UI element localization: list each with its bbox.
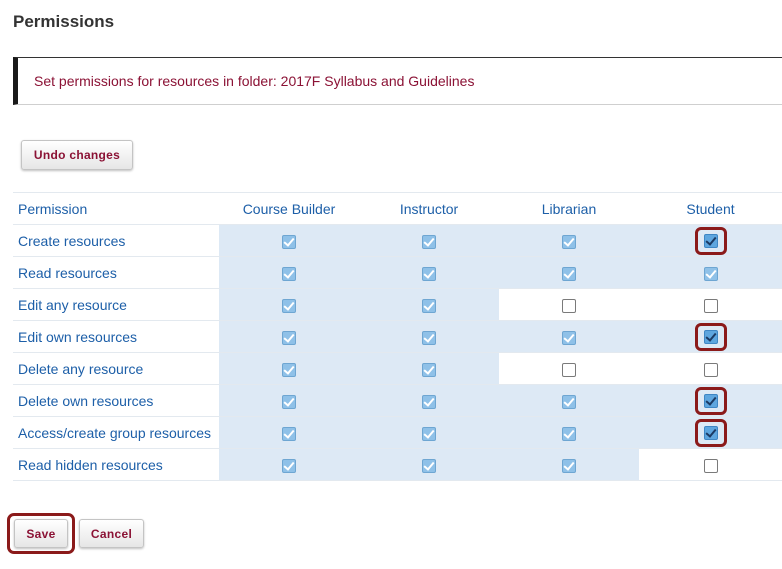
permission-cell-course-builder: [219, 416, 359, 449]
checked-checkbox[interactable]: [282, 266, 296, 281]
checked-checkbox[interactable]: [422, 458, 436, 473]
checked-checkbox[interactable]: [282, 394, 296, 409]
permission-cell-librarian: [499, 384, 639, 417]
checked-checkbox[interactable]: [703, 393, 718, 408]
permission-cell-instructor: [359, 288, 499, 321]
table-row: Access/create group resources: [13, 416, 782, 449]
permission-cell-course-builder: [219, 384, 359, 417]
checked-checkbox[interactable]: [562, 266, 576, 281]
permission-cell-librarian: [499, 416, 639, 449]
permission-cell-course-builder: [219, 352, 359, 385]
checked-checkbox[interactable]: [562, 394, 576, 409]
unchecked-checkbox[interactable]: [703, 298, 718, 313]
permissions-table-body: Create resources Read resources Edit any r…: [13, 224, 782, 481]
permission-label: Read resources: [13, 256, 219, 289]
permission-cell-course-builder: [219, 288, 359, 321]
table-row: Create resources: [13, 224, 782, 257]
permission-cell-course-builder: [219, 448, 359, 481]
checked-checkbox[interactable]: [562, 458, 576, 473]
header-student: Student: [639, 192, 782, 225]
header-librarian: Librarian: [499, 192, 639, 225]
table-row: Read hidden resources: [13, 448, 782, 481]
permission-cell-student: [639, 448, 782, 481]
permission-cell-student: [639, 288, 782, 321]
checked-checkbox[interactable]: [422, 330, 436, 345]
page-title: Permissions: [13, 12, 115, 31]
permission-cell-instructor: [359, 320, 499, 353]
table-row: Delete any resource: [13, 352, 782, 385]
table-row: Read resources: [13, 256, 782, 289]
checked-checkbox[interactable]: [282, 330, 296, 345]
permission-cell-librarian: [499, 448, 639, 481]
checked-checkbox[interactable]: [282, 298, 296, 313]
unchecked-checkbox[interactable]: [562, 362, 576, 377]
unchecked-checkbox[interactable]: [703, 458, 718, 473]
permission-label: Edit any resource: [13, 288, 219, 321]
permission-cell-student: [639, 352, 782, 385]
undo-changes-button[interactable]: Undo changes: [21, 140, 133, 170]
checked-checkbox[interactable]: [422, 426, 436, 441]
checked-checkbox[interactable]: [562, 234, 576, 249]
checkbox-highlight: [694, 418, 727, 447]
permission-cell-instructor: [359, 416, 499, 449]
checkbox-highlight: [694, 386, 727, 415]
permission-cell-instructor: [359, 352, 499, 385]
permission-cell-librarian: [499, 288, 639, 321]
checked-checkbox[interactable]: [703, 266, 718, 281]
permission-label: Read hidden resources: [13, 448, 219, 481]
permission-cell-course-builder: [219, 256, 359, 289]
permission-cell-course-builder: [219, 224, 359, 257]
checked-checkbox[interactable]: [282, 362, 296, 377]
header-instructor: Instructor: [359, 192, 499, 225]
unchecked-checkbox[interactable]: [703, 362, 718, 377]
permission-cell-instructor: [359, 448, 499, 481]
instruction-banner: Set permissions for resources in folder:…: [13, 57, 782, 105]
header-permission: Permission: [13, 192, 219, 225]
permission-label: Delete own resources: [13, 384, 219, 417]
instruction-text: Set permissions for resources in folder:…: [34, 73, 475, 89]
checked-checkbox[interactable]: [703, 425, 718, 440]
permissions-table: Permission Course Builder Instructor Lib…: [13, 192, 782, 481]
checkbox-highlight: [694, 226, 727, 255]
permission-cell-student: [639, 384, 782, 417]
checked-checkbox[interactable]: [422, 298, 436, 313]
checked-checkbox[interactable]: [422, 362, 436, 377]
checked-checkbox[interactable]: [422, 234, 436, 249]
table-header-row: Permission Course Builder Instructor Lib…: [13, 192, 782, 225]
permission-cell-instructor: [359, 384, 499, 417]
permission-cell-librarian: [499, 320, 639, 353]
permission-cell-instructor: [359, 256, 499, 289]
checked-checkbox[interactable]: [282, 458, 296, 473]
checked-checkbox[interactable]: [562, 330, 576, 345]
table-row: Edit own resources: [13, 320, 782, 353]
table-row: Edit any resource: [13, 288, 782, 321]
permission-label: Create resources: [13, 224, 219, 257]
checked-checkbox[interactable]: [282, 426, 296, 441]
permission-cell-instructor: [359, 224, 499, 257]
checked-checkbox[interactable]: [703, 329, 718, 344]
table-row: Delete own resources: [13, 384, 782, 417]
permission-cell-student: [639, 320, 782, 353]
checkbox-highlight: [694, 322, 727, 351]
checked-checkbox[interactable]: [703, 233, 718, 248]
unchecked-checkbox[interactable]: [562, 298, 576, 313]
permission-label: Delete any resource: [13, 352, 219, 385]
checked-checkbox[interactable]: [562, 426, 576, 441]
permission-label: Edit own resources: [13, 320, 219, 353]
permission-cell-librarian: [499, 224, 639, 257]
cancel-button[interactable]: Cancel: [79, 519, 144, 548]
permission-cell-course-builder: [219, 320, 359, 353]
permission-cell-student: [639, 416, 782, 449]
header-course-builder: Course Builder: [219, 192, 359, 225]
permission-cell-librarian: [499, 256, 639, 289]
checked-checkbox[interactable]: [422, 266, 436, 281]
save-button[interactable]: Save: [14, 519, 68, 548]
permission-cell-student: [639, 256, 782, 289]
permission-cell-librarian: [499, 352, 639, 385]
permission-label: Access/create group resources: [13, 416, 219, 449]
checked-checkbox[interactable]: [422, 394, 436, 409]
permission-cell-student: [639, 224, 782, 257]
checked-checkbox[interactable]: [282, 234, 296, 249]
